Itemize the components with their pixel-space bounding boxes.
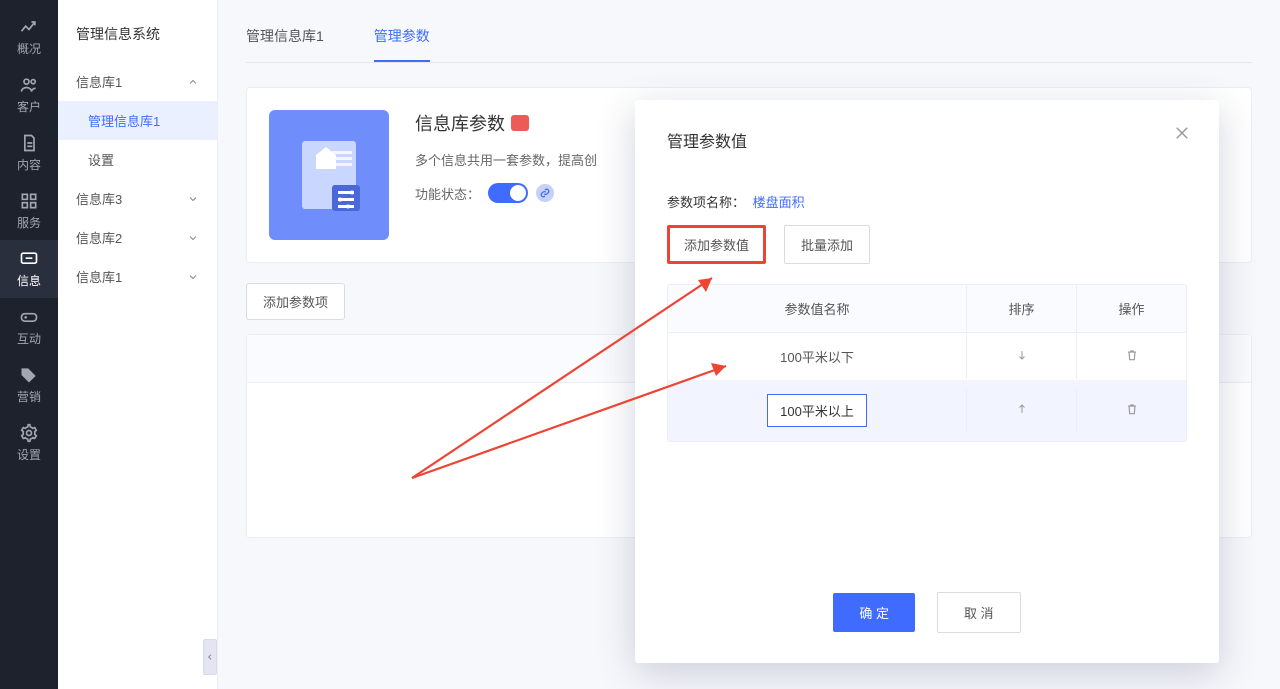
sidebar-group-label: 信息库2 <box>76 228 122 247</box>
rail-interact[interactable]: 互动 <box>0 298 58 356</box>
param-label: 参数项名称： <box>667 195 745 210</box>
card-body: 信息库参数 多个信息共用一套参数，提高创 功能状态： <box>415 110 597 203</box>
col-action: 操作 <box>1076 285 1186 332</box>
batch-add-button[interactable]: 批量添加 <box>784 225 870 264</box>
sidebar-group-label: 信息库1 <box>76 267 122 286</box>
rail-settings[interactable]: 设置 <box>0 414 58 472</box>
sort-up-button[interactable] <box>966 388 1076 433</box>
card-illustration <box>269 110 389 240</box>
add-param-item-button[interactable]: 添加参数项 <box>246 283 345 320</box>
sidebar-group-label: 信息库3 <box>76 189 122 208</box>
value-name: 100平米以下 <box>668 333 966 380</box>
sidebar-group-1[interactable]: 信息库3 <box>58 179 217 218</box>
sidebar-collapse-handle[interactable] <box>203 639 217 675</box>
sidebar-group-0[interactable]: 信息库1 <box>58 62 217 101</box>
value-row-0: 100平米以下 <box>668 333 1186 380</box>
rail-info[interactable]: 信息 <box>0 240 58 298</box>
tabs: 管理信息库1 管理参数 <box>246 14 1252 63</box>
param-name-row: 参数项名称： 楼盘面积 <box>667 192 1187 211</box>
grid-icon <box>19 191 39 211</box>
sidebar-sub-settings[interactable]: 设置 <box>58 140 217 179</box>
tag-icon <box>19 365 39 385</box>
col-sort: 排序 <box>966 285 1076 332</box>
rail-label: 信息 <box>17 272 41 289</box>
status-label: 功能状态： <box>415 184 480 203</box>
rail-label: 客户 <box>17 98 41 115</box>
sidebar-group-2[interactable]: 信息库2 <box>58 218 217 257</box>
chevron-down-icon <box>187 193 199 205</box>
rail-label: 概况 <box>17 40 41 57</box>
value-name-editing: 100平米以上 <box>668 380 966 441</box>
status-toggle[interactable] <box>488 183 528 203</box>
tab-library[interactable]: 管理信息库1 <box>246 14 324 62</box>
arrow-up-icon <box>1016 402 1028 416</box>
tab-params[interactable]: 管理参数 <box>374 14 430 62</box>
link-icon[interactable] <box>536 184 554 202</box>
rail-customers[interactable]: 客户 <box>0 66 58 124</box>
sidebar-title: 管理信息系统 <box>58 14 217 62</box>
arrow-down-icon <box>1016 348 1028 362</box>
card-description: 多个信息共用一套参数，提高创 <box>415 150 597 169</box>
document-icon <box>19 133 39 153</box>
chevron-up-icon <box>187 76 199 88</box>
value-row-1: 100平米以上 <box>668 380 1186 441</box>
gamepad-icon <box>19 307 39 327</box>
card-status-row: 功能状态： <box>415 183 597 203</box>
rail-label: 设置 <box>17 446 41 463</box>
gear-icon <box>19 423 39 443</box>
delete-row-button[interactable] <box>1076 388 1186 433</box>
col-name: 参数值名称 <box>668 285 966 332</box>
rail-label: 服务 <box>17 214 41 231</box>
rail-label: 营销 <box>17 388 41 405</box>
card-title: 信息库参数 <box>415 110 597 136</box>
delete-row-button[interactable] <box>1076 334 1186 379</box>
add-value-button[interactable]: 添加参数值 <box>667 225 766 264</box>
message-icon <box>19 249 39 269</box>
sidebar-group-3[interactable]: 信息库1 <box>58 257 217 296</box>
value-table: 参数值名称 排序 操作 100平米以下 100平米以上 <box>667 284 1187 442</box>
chart-icon <box>19 17 39 37</box>
chevron-left-icon <box>206 652 214 662</box>
close-icon <box>1173 124 1191 142</box>
modal-actions: 确 定 取 消 <box>667 592 1187 633</box>
modal-button-row: 添加参数值 批量添加 <box>667 225 1187 264</box>
rail-content[interactable]: 内容 <box>0 124 58 182</box>
confirm-button[interactable]: 确 定 <box>833 593 915 632</box>
manage-value-modal: 管理参数值 参数项名称： 楼盘面积 添加参数值 批量添加 参数值名称 排序 操作… <box>635 100 1219 663</box>
nav-rail: 概况 客户 内容 服务 信息 互动 营销 设置 <box>0 0 58 689</box>
sort-down-button[interactable] <box>966 334 1076 379</box>
rail-overview[interactable]: 概况 <box>0 8 58 66</box>
chevron-down-icon <box>187 271 199 283</box>
sidebar: 管理信息系统 信息库1 管理信息库1 设置 信息库3 信息库2 信息库1 <box>58 0 218 689</box>
param-name-link[interactable]: 楼盘面积 <box>753 195 805 210</box>
modal-close-button[interactable] <box>1173 124 1191 145</box>
rail-service[interactable]: 服务 <box>0 182 58 240</box>
card-title-text: 信息库参数 <box>415 110 505 136</box>
trash-icon <box>1125 402 1139 416</box>
house-document-icon <box>294 135 364 215</box>
rail-marketing[interactable]: 营销 <box>0 356 58 414</box>
modal-title: 管理参数值 <box>667 128 1187 152</box>
badge-icon <box>511 115 529 131</box>
rail-label: 互动 <box>17 330 41 347</box>
rail-label: 内容 <box>17 156 41 173</box>
sidebar-group-label: 信息库1 <box>76 72 122 91</box>
value-table-header: 参数值名称 排序 操作 <box>668 285 1186 333</box>
cancel-button[interactable]: 取 消 <box>937 592 1021 633</box>
chevron-down-icon <box>187 232 199 244</box>
users-icon <box>19 75 39 95</box>
value-input[interactable]: 100平米以上 <box>767 394 867 427</box>
sidebar-sub-manage[interactable]: 管理信息库1 <box>58 101 217 140</box>
trash-icon <box>1125 348 1139 362</box>
